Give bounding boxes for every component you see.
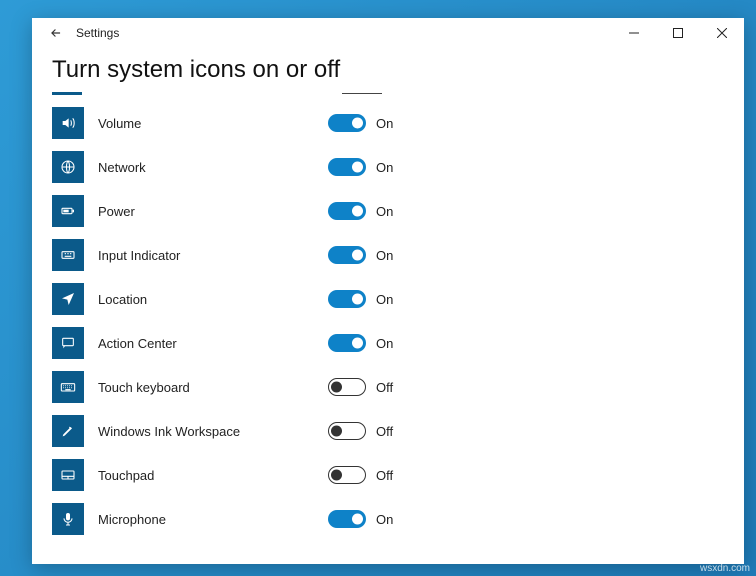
window-controls bbox=[612, 18, 744, 48]
back-button[interactable] bbox=[42, 26, 70, 40]
battery-icon bbox=[52, 195, 84, 227]
label-volume: Volume bbox=[98, 116, 328, 131]
toggle-touch-kbd[interactable] bbox=[328, 378, 366, 396]
toggle-wrap-location: On bbox=[328, 290, 393, 308]
state-microphone: On bbox=[376, 512, 393, 527]
content-area: Turn system icons on or off VolumeOnNetw… bbox=[32, 48, 744, 564]
row-volume: Volume On bbox=[52, 101, 724, 145]
state-touchpad: Off bbox=[376, 468, 393, 483]
label-microphone: Microphone bbox=[98, 512, 328, 527]
toggle-wrap-volume: On bbox=[328, 114, 393, 132]
pen-icon bbox=[52, 415, 84, 447]
mic-icon bbox=[52, 503, 84, 535]
row-microphone: Microphone On bbox=[52, 497, 724, 541]
state-volume: On bbox=[376, 116, 393, 131]
maximize-button[interactable] bbox=[656, 18, 700, 48]
toggle-volume[interactable] bbox=[328, 114, 366, 132]
row-power: Power On bbox=[52, 189, 724, 233]
system-icons-list: Volume On Network On Power On Input Indicator O… bbox=[52, 101, 724, 541]
toggle-microphone[interactable] bbox=[328, 510, 366, 528]
toggle-wrap-input: On bbox=[328, 246, 393, 264]
label-touch-kbd: Touch keyboard bbox=[98, 380, 328, 395]
toggle-touchpad[interactable] bbox=[328, 466, 366, 484]
state-location: On bbox=[376, 292, 393, 307]
toggle-power[interactable] bbox=[328, 202, 366, 220]
row-touch-kbd: Touch keyboard Off bbox=[52, 365, 724, 409]
state-ink: Off bbox=[376, 424, 393, 439]
toggle-wrap-action-center: On bbox=[328, 334, 393, 352]
toggle-input[interactable] bbox=[328, 246, 366, 264]
volume-icon bbox=[52, 107, 84, 139]
toggle-ink[interactable] bbox=[328, 422, 366, 440]
globe-icon bbox=[52, 151, 84, 183]
row-touchpad: Touchpad Off bbox=[52, 453, 724, 497]
window-title: Settings bbox=[76, 26, 119, 40]
locate-icon bbox=[52, 283, 84, 315]
label-action-center: Action Center bbox=[98, 336, 328, 351]
input-icon bbox=[52, 239, 84, 271]
state-power: On bbox=[376, 204, 393, 219]
row-location: Location On bbox=[52, 277, 724, 321]
toggle-wrap-ink: Off bbox=[328, 422, 393, 440]
label-power: Power bbox=[98, 204, 328, 219]
touchpad-icon bbox=[52, 459, 84, 491]
state-action-center: On bbox=[376, 336, 393, 351]
toggle-wrap-touchpad: Off bbox=[328, 466, 393, 484]
row-input: Input Indicator On bbox=[52, 233, 724, 277]
row-network: Network On bbox=[52, 145, 724, 189]
label-location: Location bbox=[98, 292, 328, 307]
state-touch-kbd: Off bbox=[376, 380, 393, 395]
settings-window: Settings Turn system icons on or off Vol… bbox=[32, 18, 744, 564]
toggle-wrap-touch-kbd: Off bbox=[328, 378, 393, 396]
label-input: Input Indicator bbox=[98, 248, 328, 263]
close-button[interactable] bbox=[700, 18, 744, 48]
titlebar: Settings bbox=[32, 18, 744, 48]
label-touchpad: Touchpad bbox=[98, 468, 328, 483]
notify-icon bbox=[52, 327, 84, 359]
accent-bar bbox=[52, 92, 724, 95]
toggle-wrap-microphone: On bbox=[328, 510, 393, 528]
toggle-action-center[interactable] bbox=[328, 334, 366, 352]
watermark: wsxdn.com bbox=[700, 563, 750, 574]
label-network: Network bbox=[98, 160, 328, 175]
toggle-wrap-network: On bbox=[328, 158, 393, 176]
row-action-center: Action Center On bbox=[52, 321, 724, 365]
page-heading: Turn system icons on or off bbox=[52, 56, 724, 84]
row-ink: Windows Ink Workspace Off bbox=[52, 409, 724, 453]
state-input: On bbox=[376, 248, 393, 263]
toggle-location[interactable] bbox=[328, 290, 366, 308]
minimize-button[interactable] bbox=[612, 18, 656, 48]
toggle-wrap-power: On bbox=[328, 202, 393, 220]
label-ink: Windows Ink Workspace bbox=[98, 424, 328, 439]
toggle-network[interactable] bbox=[328, 158, 366, 176]
state-network: On bbox=[376, 160, 393, 175]
keyboard-icon bbox=[52, 371, 84, 403]
